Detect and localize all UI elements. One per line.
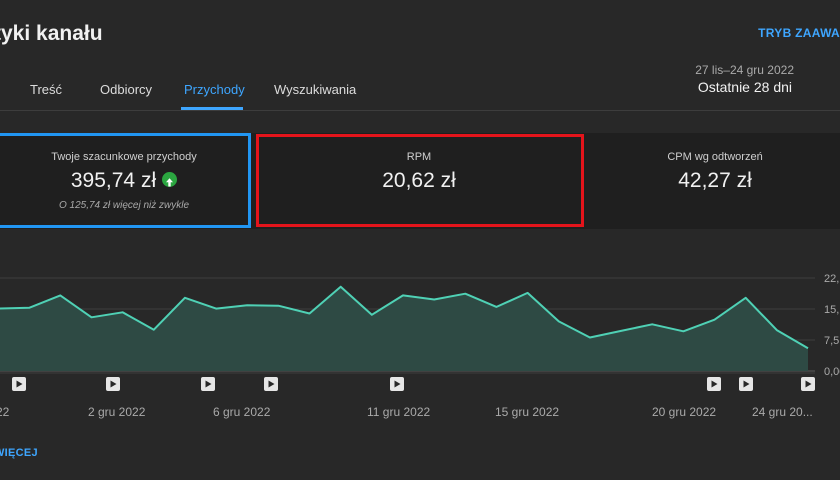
y-tick-label: 7,5 [824,335,839,347]
cpm-card[interactable]: CPM wg odtworzeń 42,27 zł [590,133,840,229]
video-markers[interactable] [12,377,815,391]
video-marker-icon[interactable] [264,377,278,391]
page-title: tyki kanału [0,22,103,45]
chart-area [0,286,808,371]
video-marker-icon[interactable] [390,377,404,391]
video-marker-icon[interactable] [106,377,120,391]
red-highlight-box [256,134,584,227]
x-tick-label: 20 gru 2022 [652,405,716,419]
video-marker-icon[interactable] [801,377,815,391]
x-tick-label: 24 gru 20... [752,405,813,419]
y-tick-label: 0,00 [824,366,840,378]
x-tick-label: 6 gru 2022 [213,405,271,419]
period-selector[interactable]: Ostatnie 28 dni [698,79,792,95]
video-marker-icon[interactable] [707,377,721,391]
video-marker-icon[interactable] [12,377,26,391]
blue-highlight-box [0,133,251,228]
x-tick-label: 2 gru 2022 [88,405,146,419]
y-axis-ticks: 22, 15, 7,5 0,00 [824,273,840,378]
x-tick-label: 22 [0,405,10,419]
x-axis-ticks: 22 2 gru 2022 6 gru 2022 11 gru 2022 15 gru … [0,405,813,419]
cpm-value: 42,27 zł [678,169,752,192]
advanced-mode-button[interactable]: TRYB ZAAWA [758,26,840,40]
tabs-divider [0,110,840,111]
tab-content[interactable]: Treść [30,82,62,97]
tab-audience[interactable]: Odbiorcy [100,82,152,97]
y-tick-label: 15, [824,304,839,316]
x-tick-label: 15 gru 2022 [495,405,559,419]
video-marker-icon[interactable] [201,377,215,391]
revenue-chart: 22, 15, 7,5 0,00 22 2 gru 2022 6 gru 2022 11 g… [0,273,840,419]
cpm-label: CPM wg odtworzeń [667,151,763,163]
show-more-link[interactable]: WIĘCEJ [0,447,38,459]
tab-revenue[interactable]: Przychody [184,82,245,97]
tab-research[interactable]: Wyszukiwania [274,82,356,97]
date-range-text: 27 lis–24 gru 2022 [695,63,794,77]
video-marker-icon[interactable] [739,377,753,391]
y-tick-label: 22, [824,273,839,285]
x-tick-label: 11 gru 2022 [367,405,430,419]
